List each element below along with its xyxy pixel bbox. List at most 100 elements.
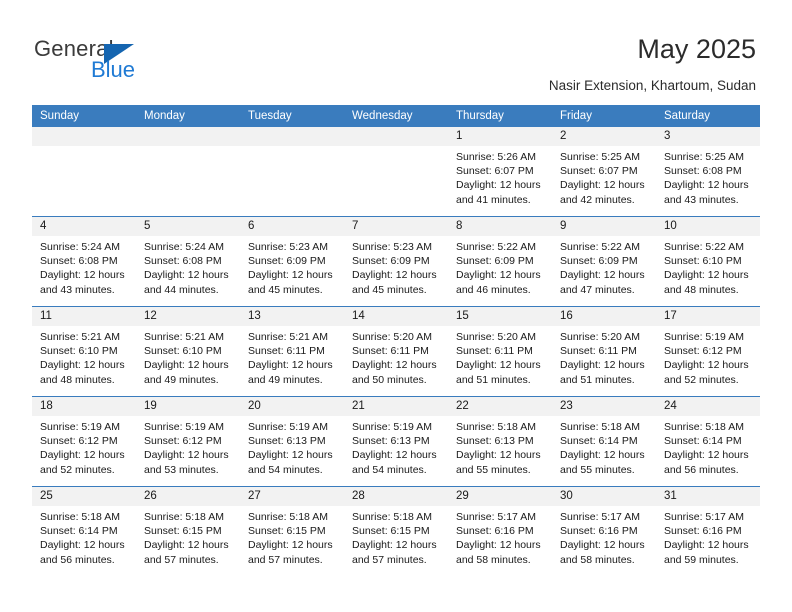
daylight-text-line2: and 51 minutes. xyxy=(456,373,531,386)
day-details: Sunrise: 5:17 AM Sunset: 6:16 PM Daylight:… xyxy=(448,506,552,567)
calendar-day-cell-empty xyxy=(136,127,240,217)
calendar-day-cell[interactable]: 12 Sunrise: 5:21 AM Sunset: 6:10 PM Dayligh… xyxy=(136,306,240,397)
calendar-day-cell[interactable]: 16 Sunrise: 5:20 AM Sunset: 6:11 PM Dayligh… xyxy=(552,306,656,397)
calendar-day-cell[interactable]: 31 Sunrise: 5:17 AM Sunset: 6:16 PM Dayligh… xyxy=(656,486,760,576)
calendar-day-cell[interactable]: 1 Sunrise: 5:26 AM Sunset: 6:07 PM Daylight… xyxy=(448,127,552,217)
calendar-day-cell[interactable]: 28 Sunrise: 5:18 AM Sunset: 6:15 PM Dayligh… xyxy=(344,486,448,576)
day-number: 5 xyxy=(136,217,240,236)
daylight-text-line2: and 42 minutes. xyxy=(560,193,635,206)
calendar-day-cell[interactable]: 17 Sunrise: 5:19 AM Sunset: 6:12 PM Dayligh… xyxy=(656,306,760,397)
daylight-text-line1: Daylight: 12 hours xyxy=(248,359,333,372)
calendar-day-cell[interactable]: 4 Sunrise: 5:24 AM Sunset: 6:08 PM Daylight… xyxy=(32,216,136,307)
general-blue-logo[interactable]: General Blue xyxy=(34,36,234,86)
calendar-day-cell[interactable]: 14 Sunrise: 5:20 AM Sunset: 6:11 PM Dayligh… xyxy=(344,306,448,397)
calendar-day-cell[interactable]: 29 Sunrise: 5:17 AM Sunset: 6:16 PM Dayligh… xyxy=(448,486,552,576)
sunset-text: Sunset: 6:08 PM xyxy=(144,255,222,268)
sunset-text: Sunset: 6:12 PM xyxy=(664,345,742,358)
daylight-text-line1: Daylight: 12 hours xyxy=(144,269,229,282)
calendar-day-cell[interactable]: 15 Sunrise: 5:20 AM Sunset: 6:11 PM Dayligh… xyxy=(448,306,552,397)
day-number: 26 xyxy=(136,487,240,506)
sunrise-text: Sunrise: 5:24 AM xyxy=(40,241,120,253)
calendar-day-cell[interactable]: 22 Sunrise: 5:18 AM Sunset: 6:13 PM Dayligh… xyxy=(448,396,552,487)
day-number: 16 xyxy=(552,307,656,326)
daylight-text-line1: Daylight: 12 hours xyxy=(352,539,437,552)
day-details: Sunrise: 5:25 AM Sunset: 6:08 PM Daylight:… xyxy=(656,146,760,207)
daylight-text-line2: and 57 minutes. xyxy=(352,553,427,566)
calendar-day-cell[interactable]: 9 Sunrise: 5:22 AM Sunset: 6:09 PM Daylight… xyxy=(552,216,656,307)
day-details: Sunrise: 5:26 AM Sunset: 6:07 PM Daylight:… xyxy=(448,146,552,207)
sunrise-text: Sunrise: 5:20 AM xyxy=(560,331,640,343)
day-details: Sunrise: 5:18 AM Sunset: 6:15 PM Daylight:… xyxy=(136,506,240,567)
day-details: Sunrise: 5:18 AM Sunset: 6:13 PM Daylight:… xyxy=(448,416,552,477)
day-number: 8 xyxy=(448,217,552,236)
calendar-day-cell[interactable]: 7 Sunrise: 5:23 AM Sunset: 6:09 PM Daylight… xyxy=(344,216,448,307)
sunset-text: Sunset: 6:11 PM xyxy=(352,345,429,358)
daylight-text-line2: and 49 minutes. xyxy=(248,373,323,386)
day-number: 3 xyxy=(656,127,760,146)
daylight-text-line2: and 50 minutes. xyxy=(352,373,427,386)
calendar-day-cell[interactable]: 13 Sunrise: 5:21 AM Sunset: 6:11 PM Dayligh… xyxy=(240,306,344,397)
calendar-day-cell[interactable]: 30 Sunrise: 5:17 AM Sunset: 6:16 PM Dayligh… xyxy=(552,486,656,576)
day-details: Sunrise: 5:19 AM Sunset: 6:13 PM Daylight:… xyxy=(344,416,448,477)
daylight-text-line2: and 48 minutes. xyxy=(40,373,115,386)
daylight-text-line2: and 58 minutes. xyxy=(456,553,531,566)
calendar-day-cell[interactable]: 18 Sunrise: 5:19 AM Sunset: 6:12 PM Dayligh… xyxy=(32,396,136,487)
day-number: 13 xyxy=(240,307,344,326)
sunset-text: Sunset: 6:08 PM xyxy=(40,255,118,268)
calendar-day-cell[interactable]: 21 Sunrise: 5:19 AM Sunset: 6:13 PM Dayligh… xyxy=(344,396,448,487)
day-number: 24 xyxy=(656,397,760,416)
day-number: 20 xyxy=(240,397,344,416)
calendar-day-cell[interactable]: 2 Sunrise: 5:25 AM Sunset: 6:07 PM Daylight… xyxy=(552,127,656,217)
sunset-text: Sunset: 6:13 PM xyxy=(352,435,430,448)
weekday-header-monday: Monday xyxy=(136,105,240,127)
sunrise-text: Sunrise: 5:20 AM xyxy=(352,331,432,343)
day-details: Sunrise: 5:23 AM Sunset: 6:09 PM Daylight:… xyxy=(344,236,448,297)
daylight-text-line2: and 56 minutes. xyxy=(40,553,115,566)
sunrise-text: Sunrise: 5:19 AM xyxy=(248,421,328,433)
day-number xyxy=(136,127,240,146)
calendar-day-cell[interactable]: 25 Sunrise: 5:18 AM Sunset: 6:14 PM Dayligh… xyxy=(32,486,136,576)
calendar-day-cell[interactable]: 10 Sunrise: 5:22 AM Sunset: 6:10 PM Dayligh… xyxy=(656,216,760,307)
calendar-day-cell[interactable]: 20 Sunrise: 5:19 AM Sunset: 6:13 PM Dayligh… xyxy=(240,396,344,487)
daylight-text-line2: and 49 minutes. xyxy=(144,373,219,386)
daylight-text-line2: and 54 minutes. xyxy=(352,463,427,476)
sunrise-text: Sunrise: 5:18 AM xyxy=(664,421,744,433)
calendar-day-cell[interactable]: 5 Sunrise: 5:24 AM Sunset: 6:08 PM Daylight… xyxy=(136,216,240,307)
day-number: 31 xyxy=(656,487,760,506)
day-details: Sunrise: 5:18 AM Sunset: 6:14 PM Daylight:… xyxy=(552,416,656,477)
daylight-text-line1: Daylight: 12 hours xyxy=(560,539,645,552)
calendar-day-cell[interactable]: 27 Sunrise: 5:18 AM Sunset: 6:15 PM Dayligh… xyxy=(240,486,344,576)
daylight-text-line1: Daylight: 12 hours xyxy=(144,539,229,552)
sunrise-text: Sunrise: 5:19 AM xyxy=(144,421,224,433)
daylight-text-line1: Daylight: 12 hours xyxy=(560,449,645,462)
day-number xyxy=(240,127,344,146)
calendar-header-row: Sunday Monday Tuesday Wednesday Thursday… xyxy=(32,105,760,127)
sunset-text: Sunset: 6:14 PM xyxy=(664,435,742,448)
calendar-week-row: 1 Sunrise: 5:26 AM Sunset: 6:07 PM Daylight… xyxy=(32,127,760,217)
sunrise-text: Sunrise: 5:26 AM xyxy=(456,151,536,163)
calendar-day-cell[interactable]: 26 Sunrise: 5:18 AM Sunset: 6:15 PM Dayligh… xyxy=(136,486,240,576)
calendar-day-cell[interactable]: 23 Sunrise: 5:18 AM Sunset: 6:14 PM Dayligh… xyxy=(552,396,656,487)
day-number: 7 xyxy=(344,217,448,236)
calendar-day-cell[interactable]: 19 Sunrise: 5:19 AM Sunset: 6:12 PM Dayligh… xyxy=(136,396,240,487)
calendar-day-cell[interactable]: 3 Sunrise: 5:25 AM Sunset: 6:08 PM Daylight… xyxy=(656,127,760,217)
calendar-day-cell[interactable]: 24 Sunrise: 5:18 AM Sunset: 6:14 PM Dayligh… xyxy=(656,396,760,487)
daylight-text-line2: and 45 minutes. xyxy=(248,283,323,296)
day-details: Sunrise: 5:18 AM Sunset: 6:15 PM Daylight:… xyxy=(240,506,344,567)
day-details: Sunrise: 5:23 AM Sunset: 6:09 PM Daylight:… xyxy=(240,236,344,297)
weekday-header-tuesday: Tuesday xyxy=(240,105,344,127)
daylight-text-line2: and 53 minutes. xyxy=(144,463,219,476)
calendar-day-cell[interactable]: 8 Sunrise: 5:22 AM Sunset: 6:09 PM Daylight… xyxy=(448,216,552,307)
daylight-text-line1: Daylight: 12 hours xyxy=(144,359,229,372)
calendar-day-cell[interactable]: 11 Sunrise: 5:21 AM Sunset: 6:10 PM Dayligh… xyxy=(32,306,136,397)
daylight-text-line2: and 56 minutes. xyxy=(664,463,739,476)
calendar-day-cell-empty xyxy=(240,127,344,217)
daylight-text-line2: and 44 minutes. xyxy=(144,283,219,296)
day-number: 14 xyxy=(344,307,448,326)
calendar-day-cell[interactable]: 6 Sunrise: 5:23 AM Sunset: 6:09 PM Daylight… xyxy=(240,216,344,307)
sunset-text: Sunset: 6:10 PM xyxy=(144,345,222,358)
day-details: Sunrise: 5:22 AM Sunset: 6:10 PM Daylight:… xyxy=(656,236,760,297)
sunrise-text: Sunrise: 5:21 AM xyxy=(144,331,224,343)
day-number: 28 xyxy=(344,487,448,506)
sunset-text: Sunset: 6:13 PM xyxy=(456,435,534,448)
